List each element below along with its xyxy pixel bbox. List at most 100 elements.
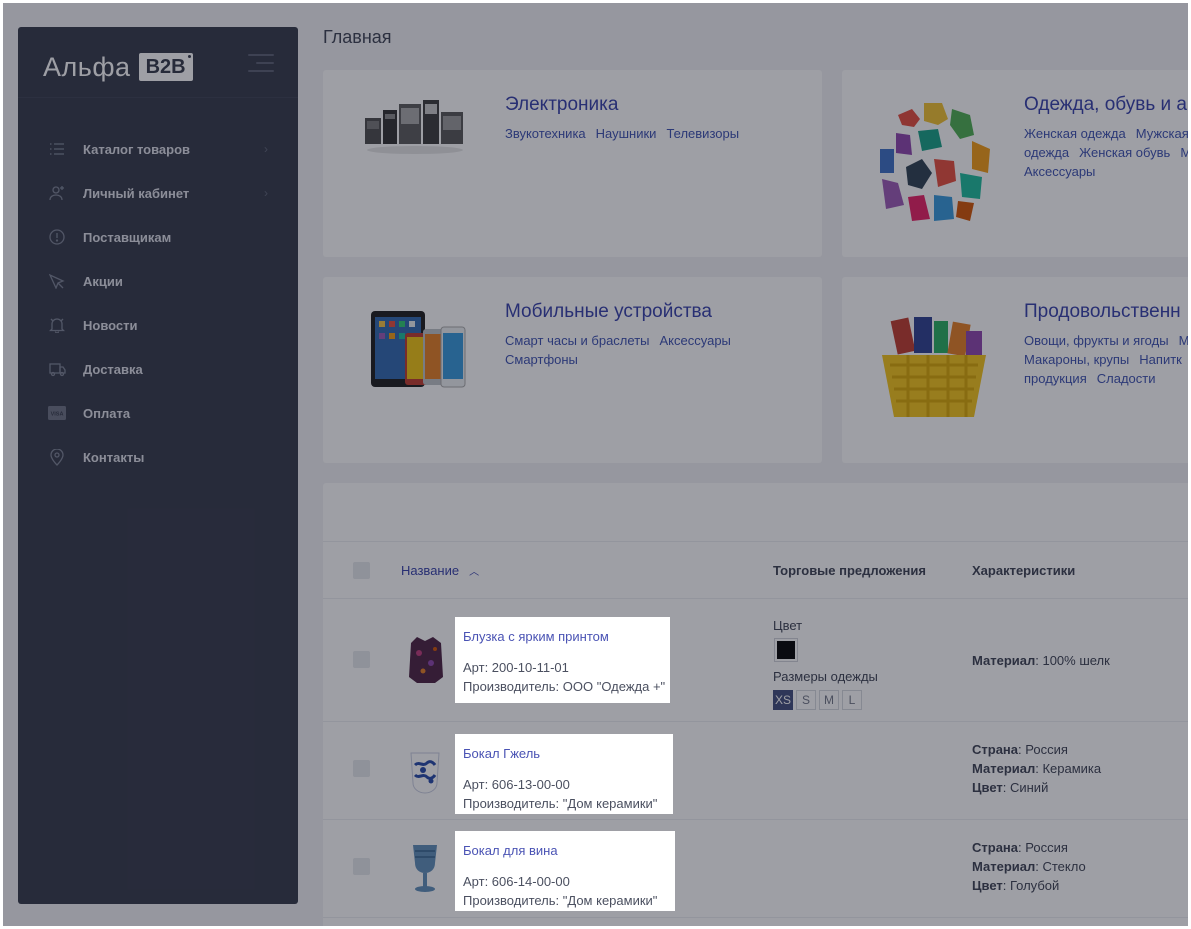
logo-text: Альфа — [43, 51, 131, 82]
row-checkbox[interactable] — [353, 651, 370, 668]
category-link[interactable]: Звукотехника — [505, 126, 586, 141]
product-name-link[interactable]: Блузка с ярким принтом — [463, 629, 662, 644]
product-table: Название ︿ Торговые предложения Характери… — [323, 483, 1188, 926]
sidebar-item-label: Доставка — [83, 361, 143, 377]
size-option-s[interactable]: S — [796, 690, 816, 710]
category-link[interactable]: Мужская — [1136, 126, 1188, 141]
product-article: Арт: 200-10-11-01 — [463, 660, 569, 675]
grocery-basket-image — [882, 317, 986, 417]
characteristic-line: Материал: Стекло — [972, 859, 1086, 874]
alert-circle-icon — [48, 228, 66, 246]
category-link[interactable]: продукция — [1024, 371, 1087, 386]
category-link[interactable]: Наушники — [596, 126, 657, 141]
svg-text:VISA: VISA — [51, 412, 64, 418]
category-link[interactable]: Женская одежда — [1024, 126, 1126, 141]
category-card-mobile[interactable]: Мобильные устройства Смарт часы и брасле… — [323, 277, 822, 463]
category-link[interactable]: Смарт часы и браслеты — [505, 333, 650, 348]
category-links: Смарт часы и браслеты Аксессуары Смартфоны — [505, 331, 805, 369]
truck-icon — [48, 360, 66, 378]
category-card-clothing[interactable]: Одежда, обувь и а Женская одежда Мужская о… — [842, 70, 1188, 257]
product-name-link[interactable]: Бокал Гжель — [463, 746, 665, 761]
product-name-link[interactable]: Бокал для вина — [463, 843, 667, 858]
sidebar-item-delivery[interactable]: Доставка — [18, 347, 298, 391]
characteristic-line: Материал: 100% шелк — [972, 653, 1110, 668]
column-header-characteristics: Характеристики — [972, 563, 1076, 578]
category-card-electronics[interactable]: Электроника Звукотехника Наушники Телевизо… — [323, 70, 822, 257]
sidebar-item-label: Новости — [83, 317, 138, 333]
sidebar-item-catalog[interactable]: Каталог товаров › — [18, 127, 298, 171]
category-link[interactable]: Смартфоны — [505, 352, 578, 367]
category-title[interactable]: Электроника — [505, 94, 618, 116]
category-link[interactable]: М — [1179, 333, 1188, 348]
logo[interactable]: Альфа B2B — [43, 47, 193, 87]
product-meta: Арт: 200-10-11-01 Производитель: ООО "Од… — [463, 658, 666, 696]
category-link[interactable]: Овощи, фрукты и ягоды — [1024, 333, 1169, 348]
characteristic-line: Цвет: Синий — [972, 780, 1049, 795]
category-link[interactable]: Аксессуары — [1024, 164, 1095, 179]
menu-toggle-icon[interactable] — [248, 54, 274, 72]
size-option-l[interactable]: L — [842, 690, 862, 710]
page-title: Главная — [323, 27, 392, 47]
sidebar-item-news[interactable]: Новости — [18, 303, 298, 347]
sidebar-item-label: Оплата — [83, 405, 131, 421]
sidebar-item-contacts[interactable]: Контакты — [18, 435, 298, 479]
column-header-name[interactable]: Название ︿ — [401, 563, 479, 578]
mobile-devices-image — [371, 311, 466, 388]
sidebar-item-label: Каталог товаров — [83, 141, 191, 157]
category-links: Звукотехника Наушники Телевизоры — [505, 124, 805, 143]
logo-badge: B2B — [138, 53, 193, 81]
product-manufacturer: Производитель: "Дом керамики" — [463, 796, 658, 811]
category-title[interactable]: Одежда, обувь и а — [1024, 94, 1187, 116]
sidebar-item-suppliers[interactable]: Поставщикам — [18, 215, 298, 259]
list-icon — [48, 140, 66, 158]
category-title[interactable]: Продовольственн — [1024, 301, 1181, 323]
category-link[interactable]: Телевизоры — [666, 126, 739, 141]
table-row: Страна: Россия Материал: Керамика Цвет: … — [323, 723, 1188, 820]
category-link[interactable]: Женская обувь — [1079, 145, 1170, 160]
size-selector: XS S M L — [773, 690, 878, 710]
category-link[interactable]: одежда — [1024, 145, 1069, 160]
sidebar-item-label: Контакты — [83, 449, 145, 465]
size-label: Размеры одежды — [773, 669, 878, 684]
size-option-m[interactable]: M — [819, 690, 839, 710]
category-link[interactable]: Сладости — [1097, 371, 1156, 386]
sidebar-item-label: Акции — [83, 273, 123, 289]
size-option-xs[interactable]: XS — [773, 690, 793, 710]
product-article: Арт: 606-13-00-00 — [463, 777, 570, 792]
sidebar-menu: Каталог товаров › Личный кабинет › Поста… — [18, 127, 298, 479]
category-card-food[interactable]: Продовольственн Овощи, фрукты и ягоды М Ма… — [842, 277, 1188, 463]
highlighted-product-info: Бокал Гжель Арт: 606-13-00-00 Производит… — [455, 734, 673, 814]
user-icon — [48, 184, 66, 202]
location-pin-icon — [48, 448, 66, 466]
product-manufacturer: Производитель: ООО "Одежда +" — [463, 679, 666, 694]
sidebar-item-account[interactable]: Личный кабинет › — [18, 171, 298, 215]
product-manufacturer: Производитель: "Дом керамики" — [463, 893, 658, 908]
sidebar-item-payment[interactable]: VISA Оплата — [18, 391, 298, 435]
characteristic-line: Цвет: Голубой — [972, 878, 1060, 893]
category-link[interactable]: Напитк — [1139, 352, 1182, 367]
category-link[interactable]: М — [1180, 145, 1188, 160]
select-all-checkbox[interactable] — [353, 562, 370, 579]
visa-card-icon: VISA — [48, 404, 66, 422]
highlighted-product-info: Блузка с ярким принтом Арт: 200-10-11-01… — [455, 617, 670, 703]
category-title[interactable]: Мобильные устройства — [505, 301, 712, 323]
category-link[interactable]: Аксессуары — [660, 333, 731, 348]
table-header: Название ︿ Торговые предложения Характери… — [323, 541, 1188, 599]
characteristic-line: Материал: Керамика — [972, 761, 1102, 776]
row-checkbox[interactable] — [353, 760, 370, 777]
sort-asc-icon: ︿ — [469, 567, 480, 578]
category-link[interactable]: Макароны, крупы — [1024, 352, 1129, 367]
row-checkbox[interactable] — [353, 858, 370, 875]
category-links: Овощи, фрукты и ягоды М Макароны, крупы Нап… — [1024, 331, 1188, 388]
sidebar-divider — [18, 97, 298, 98]
product-thumbnail — [410, 752, 440, 794]
column-header-label: Название — [401, 563, 460, 578]
table-row: Цвет Размеры одежды XS S M L Материал: 1… — [323, 600, 1188, 722]
sidebar-item-promotions[interactable]: Акции — [18, 259, 298, 303]
column-header-offers: Торговые предложения — [773, 563, 926, 578]
product-meta: Арт: 606-14-00-00 Производитель: "Дом ке… — [463, 872, 667, 910]
chevron-right-icon: › — [264, 186, 268, 200]
category-links: Женская одежда Мужская одежда Женская обувь… — [1024, 124, 1188, 181]
color-swatch-black[interactable] — [774, 638, 798, 662]
product-thumbnail — [409, 637, 443, 683]
